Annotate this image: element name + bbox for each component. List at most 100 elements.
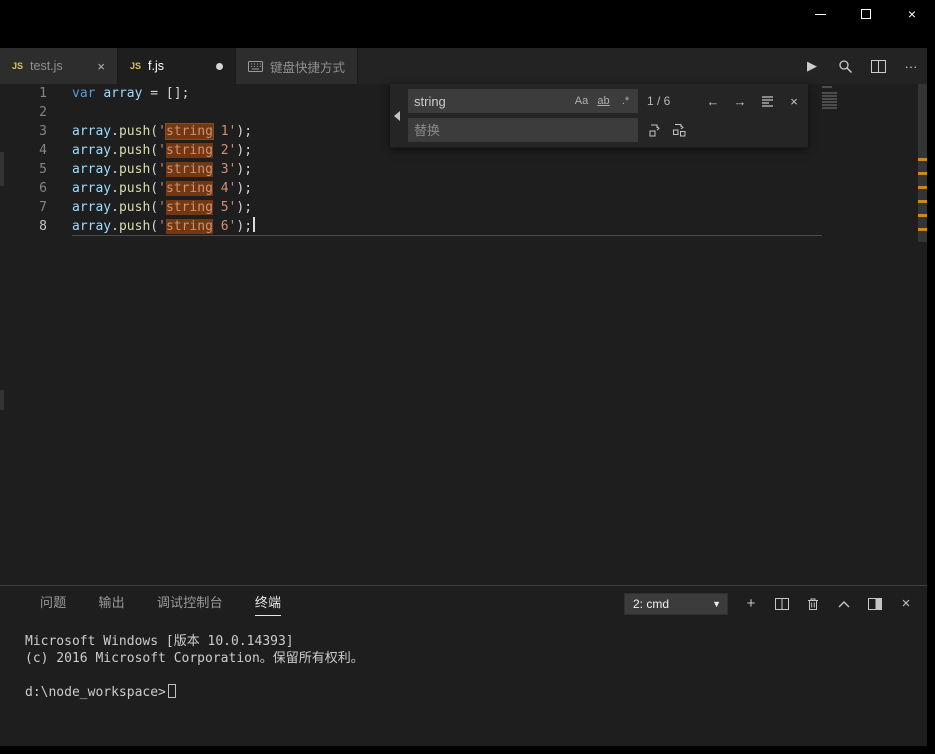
window-right-edge <box>927 0 935 754</box>
previous-match-icon[interactable]: ← <box>705 93 721 109</box>
find-input[interactable] <box>408 94 572 109</box>
left-edge-mark <box>0 152 4 186</box>
run-icon[interactable]: ▶ <box>804 58 820 74</box>
minimap-line <box>822 98 837 100</box>
panel-tab-output[interactable]: 输出 <box>98 592 124 616</box>
split-editor-icon[interactable] <box>870 58 886 74</box>
line-content: array.push('string 6'); <box>72 217 822 236</box>
search-match-marker <box>918 214 927 217</box>
minimap-line <box>822 95 837 97</box>
close-icon: × <box>908 7 916 21</box>
editor[interactable]: 1var array = [];23array.push('string 1')… <box>0 84 927 585</box>
close-panel-icon[interactable]: × <box>898 596 914 612</box>
line-number: 6 <box>0 179 47 198</box>
panel-tab-debug-console[interactable]: 调试控制台 <box>157 592 223 616</box>
window-controls: × <box>797 0 935 28</box>
chevron-left-icon <box>394 111 400 121</box>
line-number: 8 <box>0 217 47 236</box>
js-file-icon: JS <box>12 61 23 71</box>
regex-toggle[interactable]: .* <box>616 92 635 111</box>
new-terminal-icon[interactable]: + <box>743 596 759 612</box>
tab-keyboard-shortcuts[interactable]: 键盘快捷方式 <box>236 48 358 84</box>
line-number: 7 <box>0 198 47 217</box>
terminal-line <box>25 667 927 684</box>
chevron-down-icon: ▼ <box>712 599 721 609</box>
kill-terminal-icon[interactable] <box>805 596 821 612</box>
replace-input-wrap <box>408 118 638 142</box>
find-toggles: Aa ab .* <box>572 92 638 111</box>
search-match-marker <box>918 228 927 231</box>
panel-tab-problems[interactable]: 问题 <box>40 592 66 616</box>
terminal-select[interactable]: 2: cmd ▼ <box>624 593 728 615</box>
find-results-count: 1 / 6 <box>647 94 670 108</box>
search-match-marker <box>918 158 927 161</box>
terminal-select-value: 2: cmd <box>633 597 669 611</box>
terminal-lines: Microsoft Windows [版本 10.0.14393](c) 201… <box>25 633 927 701</box>
find-row: Aa ab .* 1 / 6 ← → × <box>408 89 802 113</box>
line-number: 2 <box>0 103 47 122</box>
text-cursor <box>253 217 255 232</box>
window-bottom-edge <box>0 746 935 754</box>
split-panel-icon[interactable] <box>774 596 790 612</box>
tab-label: test.js <box>30 59 63 73</box>
tab-label: 键盘快捷方式 <box>270 57 345 76</box>
line-content: array.push('string 3'); <box>72 160 822 179</box>
find-in-selection-icon[interactable] <box>759 93 775 109</box>
search-match-marker <box>918 200 927 203</box>
replace-icon[interactable] <box>647 122 663 138</box>
scrollbar-thumb[interactable] <box>918 84 927 242</box>
line-content: array.push('string 4'); <box>72 179 822 198</box>
toggle-replace-button[interactable] <box>390 84 404 147</box>
find-input-wrap: Aa ab .* <box>408 89 638 113</box>
bottom-panel: 问题 输出 调试控制台 终端 2: cmd ▼ + <box>0 585 927 746</box>
code-line-5[interactable]: 5array.push('string 3'); <box>0 160 822 179</box>
code-line-6[interactable]: 6 array.push('string 4'); <box>0 179 822 198</box>
replace-actions <box>647 122 688 138</box>
replace-all-icon[interactable] <box>672 122 688 138</box>
tab-label: f.js <box>148 59 164 73</box>
tab-test-js[interactable]: JS test.js × <box>0 48 118 84</box>
terminal-line: Microsoft Windows [版本 10.0.14393] <box>25 633 927 650</box>
minimize-button[interactable] <box>797 0 843 28</box>
replace-input[interactable] <box>408 123 638 138</box>
find-body: Aa ab .* 1 / 6 ← → × <box>404 84 808 147</box>
more-actions-icon[interactable]: ··· <box>903 58 919 74</box>
whole-word-toggle[interactable]: ab <box>594 92 613 111</box>
overview-ruler[interactable] <box>918 84 927 585</box>
minimap-line <box>822 107 837 109</box>
search-match-marker <box>918 186 927 189</box>
minimap[interactable] <box>822 86 852 110</box>
minimap-line <box>822 101 837 103</box>
code-line-8[interactable]: 8 array.push('string 6'); <box>0 217 822 236</box>
find-widget: Aa ab .* 1 / 6 ← → × <box>390 84 808 148</box>
vscode-window: × JS test.js × JS f.js 键盘快捷方式 ▶ ··· <box>0 0 935 754</box>
panel-tab-terminal[interactable]: 终端 <box>255 592 281 616</box>
tab-f-js[interactable]: JS f.js <box>118 48 236 84</box>
terminal[interactable]: Microsoft Windows [版本 10.0.14393](c) 201… <box>0 621 927 701</box>
tab-close-icon[interactable]: × <box>97 60 105 73</box>
js-file-icon: JS <box>130 61 141 71</box>
maximize-icon <box>861 9 871 19</box>
search-match-marker <box>918 172 927 175</box>
search-editor-icon[interactable] <box>837 58 853 74</box>
line-number: 3 <box>0 122 47 141</box>
editor-tabbar: JS test.js × JS f.js 键盘快捷方式 <box>0 48 927 84</box>
next-match-icon[interactable]: → <box>732 93 748 109</box>
panel-actions: 2: cmd ▼ + × <box>624 593 927 615</box>
panel-header: 问题 输出 调试控制台 终端 2: cmd ▼ + <box>0 586 927 621</box>
modified-dot-icon[interactable] <box>216 63 223 70</box>
minimap-line <box>822 92 837 94</box>
toggle-panel-icon[interactable] <box>867 596 883 612</box>
panel-tabs: 问题 输出 调试控制台 终端 <box>0 592 281 616</box>
editor-actions: ▶ ··· <box>804 48 927 84</box>
code-line-7[interactable]: 7array.push('string 5'); <box>0 198 822 217</box>
minimize-icon <box>815 14 826 15</box>
titlebar: × <box>0 0 935 48</box>
match-case-toggle[interactable]: Aa <box>572 92 591 111</box>
close-find-icon[interactable]: × <box>786 93 802 109</box>
minimap-line <box>822 104 837 106</box>
maximize-panel-icon[interactable] <box>836 596 852 612</box>
line-number: 4 <box>0 141 47 160</box>
maximize-button[interactable] <box>843 0 889 28</box>
keyboard-icon <box>248 61 263 72</box>
